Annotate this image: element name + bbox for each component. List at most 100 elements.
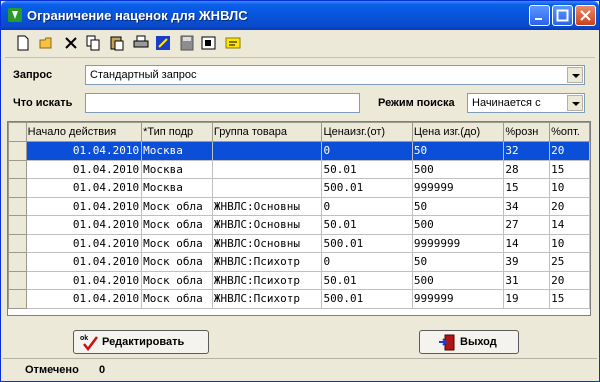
search-input[interactable] (85, 93, 360, 113)
table-cell[interactable]: 01.04.2010 (25, 233, 143, 253)
column-header[interactable]: Группа товара (211, 122, 323, 142)
table-cell[interactable] (211, 178, 323, 198)
table-cell[interactable]: 500 (411, 270, 505, 290)
table-cell[interactable]: Моск обла (141, 270, 213, 290)
table-cell[interactable]: 20 (549, 270, 590, 290)
exit-button[interactable]: Выход (419, 330, 519, 354)
row-indicator[interactable] (8, 289, 27, 309)
table-cell[interactable]: 32 (503, 141, 551, 161)
table-cell[interactable]: 01.04.2010 (25, 159, 143, 179)
maximize-button[interactable] (552, 5, 573, 26)
data-grid[interactable]: Начало действия *Тип подр Группа товара … (7, 121, 591, 316)
edit-button[interactable]: ok Редактировать (73, 330, 209, 354)
table-cell[interactable]: 19 (503, 289, 551, 309)
open-button[interactable] (39, 35, 57, 53)
table-cell[interactable]: 14 (549, 215, 590, 235)
column-header[interactable]: *Тип подр (141, 122, 213, 142)
table-cell[interactable]: 39 (503, 252, 551, 272)
delete-button[interactable] (63, 35, 81, 53)
table-cell[interactable]: 34 (503, 196, 551, 216)
table-row[interactable]: 01.04.2010 Моск обла ЖНВЛС:Основны 50.01 500… (8, 215, 590, 235)
table-cell[interactable]: 500 (411, 215, 505, 235)
new-doc-button[interactable] (15, 35, 33, 53)
table-cell[interactable]: 500 (411, 159, 505, 179)
table-cell[interactable]: 0 (321, 141, 413, 161)
table-cell[interactable]: 50.01 (321, 215, 413, 235)
table-cell[interactable]: Моск обла (141, 233, 213, 253)
query-select[interactable]: Стандартный запрос (85, 65, 585, 85)
table-cell[interactable]: 50 (411, 252, 505, 272)
table-cell[interactable]: 01.04.2010 (25, 196, 143, 216)
edit-tool-button[interactable] (155, 35, 173, 53)
table-row[interactable]: 01.04.2010 Москва 50.01 500 28 15 (8, 159, 590, 179)
table-cell[interactable]: 01.04.2010 (25, 270, 143, 290)
table-cell[interactable]: Москва (141, 141, 213, 161)
paste-button[interactable] (109, 35, 127, 53)
table-cell[interactable]: Моск обла (141, 196, 213, 216)
table-cell[interactable]: 27 (503, 215, 551, 235)
chevron-down-icon[interactable] (567, 95, 583, 111)
table-cell[interactable] (211, 159, 323, 179)
table-cell[interactable]: Моск обла (141, 252, 213, 272)
copy-button[interactable] (85, 35, 103, 53)
table-cell[interactable]: 01.04.2010 (25, 289, 143, 309)
table-cell[interactable]: 14 (503, 233, 551, 253)
table-cell[interactable]: 10 (549, 178, 590, 198)
table-row[interactable]: 01.04.2010 Москва 0 50 32 20 (8, 141, 590, 161)
table-cell[interactable]: 9999999 (411, 233, 505, 253)
table-cell[interactable]: 15 (549, 289, 590, 309)
table-cell[interactable]: 15 (549, 159, 590, 179)
table-cell[interactable]: 28 (503, 159, 551, 179)
table-cell[interactable]: 500.01 (321, 233, 413, 253)
table-cell[interactable]: ЖНВЛС:Основны (211, 215, 323, 235)
table-row[interactable]: 01.04.2010 Моск обла ЖНВЛС:Психотр 0 50 39 25 (8, 252, 590, 272)
table-cell[interactable] (211, 141, 323, 161)
table-cell[interactable]: 50.01 (321, 270, 413, 290)
table-cell[interactable]: 01.04.2010 (25, 215, 143, 235)
table-cell[interactable]: ЖНВЛС:Психотр (211, 270, 323, 290)
table-cell[interactable]: 999999 (411, 289, 505, 309)
chevron-down-icon[interactable] (567, 67, 583, 83)
row-indicator[interactable] (8, 233, 27, 253)
title-bar[interactable]: Ограничение наценок для ЖНВЛС (1, 1, 599, 30)
filter-button[interactable] (201, 35, 219, 53)
table-cell[interactable]: ЖНВЛС:Основны (211, 233, 323, 253)
row-indicator[interactable] (8, 270, 27, 290)
table-cell[interactable]: 500.01 (321, 289, 413, 309)
table-cell[interactable]: ЖНВЛС:Психотр (211, 289, 323, 309)
table-cell[interactable]: 50.01 (321, 159, 413, 179)
table-cell[interactable]: Москва (141, 178, 213, 198)
table-cell[interactable]: 20 (549, 196, 590, 216)
column-header[interactable]: %розн (503, 122, 551, 142)
table-cell[interactable]: ЖНВЛС:Основны (211, 196, 323, 216)
column-header[interactable]: Начало действия (25, 122, 143, 142)
row-indicator[interactable] (8, 196, 27, 216)
column-header[interactable]: Ценаизг.(от) (321, 122, 413, 142)
table-cell[interactable]: 500.01 (321, 178, 413, 198)
table-cell[interactable]: Москва (141, 159, 213, 179)
minimize-button[interactable] (529, 5, 550, 26)
row-indicator[interactable] (8, 252, 27, 272)
table-row[interactable]: 01.04.2010 Моск обла ЖНВЛС:Основны 0 50 34 20 (8, 196, 590, 216)
table-cell[interactable]: ЖНВЛС:Психотр (211, 252, 323, 272)
table-cell[interactable]: 01.04.2010 (25, 252, 143, 272)
column-header[interactable]: Цена изг.(до) (411, 122, 505, 142)
table-cell[interactable]: Моск обла (141, 289, 213, 309)
table-cell[interactable]: 31 (503, 270, 551, 290)
table-cell[interactable]: 50 (411, 196, 505, 216)
save-button[interactable] (179, 35, 197, 53)
table-cell[interactable]: Моск обла (141, 215, 213, 235)
close-button[interactable] (575, 5, 596, 26)
table-row[interactable]: 01.04.2010 Моск обла ЖНВЛС:Психотр 50.01 500… (8, 270, 590, 290)
column-header[interactable]: %опт. (549, 122, 590, 142)
search-mode-select[interactable]: Начинается с (467, 93, 585, 113)
print-button[interactable] (133, 35, 151, 53)
row-indicator[interactable] (8, 141, 27, 161)
row-indicator[interactable] (8, 178, 27, 198)
table-cell[interactable]: 15 (503, 178, 551, 198)
table-cell[interactable]: 20 (549, 141, 590, 161)
table-cell[interactable]: 01.04.2010 (25, 141, 143, 161)
table-cell[interactable]: 01.04.2010 (25, 178, 143, 198)
table-cell[interactable]: 25 (549, 252, 590, 272)
table-cell[interactable]: 10 (549, 233, 590, 253)
